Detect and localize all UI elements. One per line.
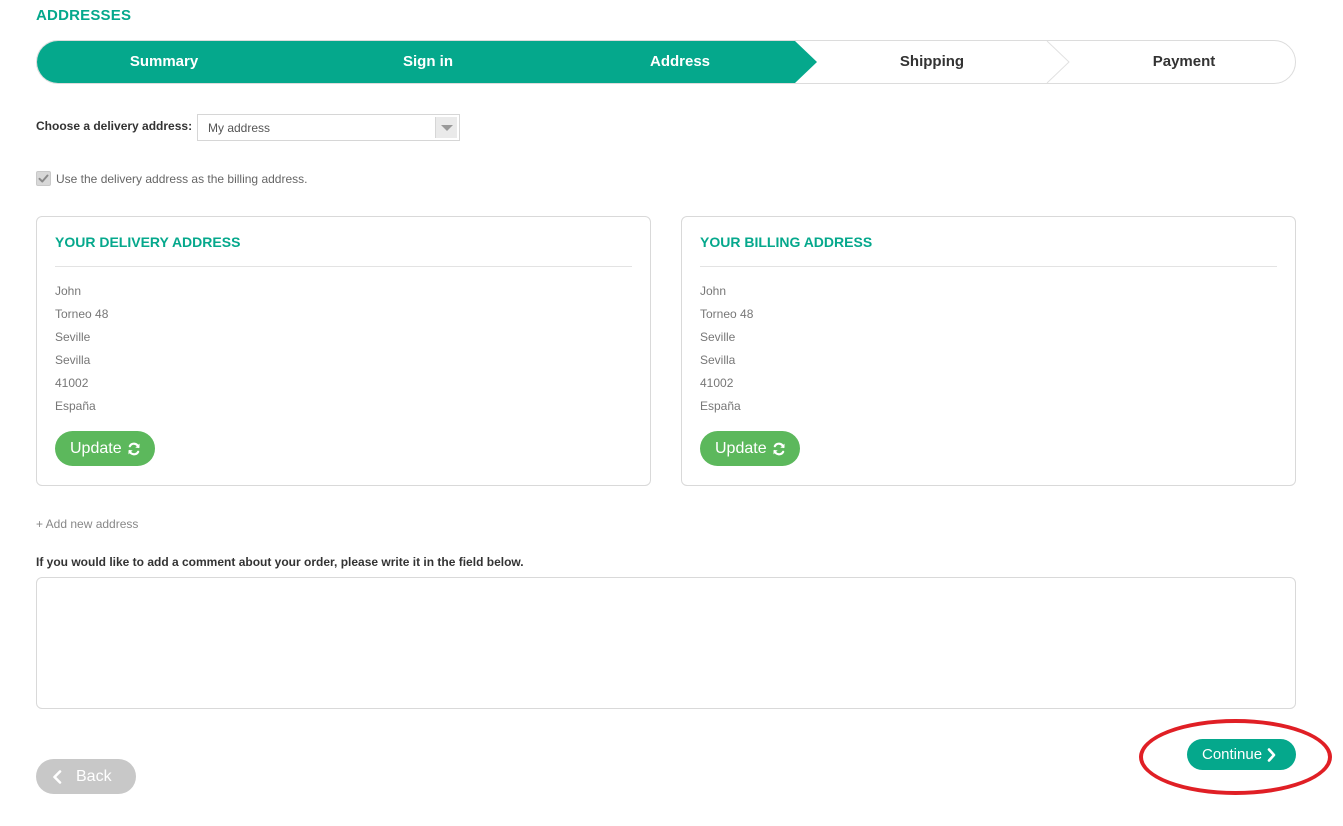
step-address[interactable]: Address bbox=[553, 41, 807, 83]
divider bbox=[55, 266, 632, 267]
address-street: Torneo 48 bbox=[700, 307, 754, 321]
continue-button-label: Continue bbox=[1202, 746, 1263, 763]
delivery-address-card: YOUR DELIVERY ADDRESS John Torneo 48 Sev… bbox=[36, 216, 651, 486]
address-country: España bbox=[700, 399, 741, 413]
divider bbox=[700, 266, 1277, 267]
billing-address-title: YOUR BILLING ADDRESS bbox=[700, 234, 873, 250]
address-state: Sevilla bbox=[55, 353, 91, 367]
chevron-right-icon bbox=[1267, 747, 1276, 762]
billing-same-label[interactable]: Use the delivery address as the billing … bbox=[56, 172, 307, 186]
checkmark-icon bbox=[38, 174, 49, 183]
delivery-select-value: My address bbox=[208, 121, 271, 135]
update-button-label: Update bbox=[70, 440, 122, 457]
step-payment[interactable]: Payment bbox=[1057, 41, 1295, 83]
address-country: España bbox=[55, 399, 96, 413]
address-name: John bbox=[55, 284, 82, 298]
order-comment-textarea[interactable] bbox=[36, 577, 1296, 709]
page-title: ADDRESSES bbox=[36, 7, 132, 24]
update-delivery-address-button[interactable]: Update bbox=[55, 431, 155, 466]
address-city: Seville bbox=[700, 330, 736, 344]
comment-label: If you would like to add a comment about… bbox=[36, 555, 524, 569]
address-state: Sevilla bbox=[700, 353, 736, 367]
back-button[interactable]: Back bbox=[36, 759, 136, 794]
billing-same-checkbox[interactable] bbox=[36, 171, 51, 186]
step-sign-in[interactable]: Sign in bbox=[301, 41, 555, 83]
refresh-icon bbox=[128, 442, 140, 455]
continue-button[interactable]: Continue bbox=[1187, 739, 1296, 770]
address-city: Seville bbox=[55, 330, 91, 344]
address-name: John bbox=[700, 284, 727, 298]
update-button-label: Update bbox=[715, 440, 767, 457]
billing-address-card: YOUR BILLING ADDRESS John Torneo 48 Sevi… bbox=[681, 216, 1296, 486]
delivery-select-label: Choose a delivery address: bbox=[36, 119, 193, 133]
add-new-address-link[interactable]: + Add new address bbox=[36, 517, 138, 531]
address-postcode: 41002 bbox=[700, 376, 734, 390]
back-button-label: Back bbox=[76, 767, 112, 785]
checkout-steps: Summary Sign in Address Shipping Payment bbox=[36, 40, 1296, 84]
address-street: Torneo 48 bbox=[55, 307, 109, 321]
address-postcode: 41002 bbox=[55, 376, 89, 390]
delivery-address-lines: John Torneo 48 Seville Sevilla 41002 Esp… bbox=[55, 283, 108, 421]
caret-down-icon[interactable] bbox=[435, 117, 457, 138]
billing-address-lines: John Torneo 48 Seville Sevilla 41002 Esp… bbox=[700, 283, 753, 421]
refresh-icon bbox=[773, 442, 785, 455]
step-summary[interactable]: Summary bbox=[37, 41, 291, 83]
delivery-address-title: YOUR DELIVERY ADDRESS bbox=[55, 234, 241, 250]
delivery-address-select[interactable]: My address bbox=[197, 114, 460, 141]
update-billing-address-button[interactable]: Update bbox=[700, 431, 800, 466]
chevron-left-icon bbox=[53, 769, 62, 784]
step-shipping[interactable]: Shipping bbox=[805, 41, 1059, 83]
